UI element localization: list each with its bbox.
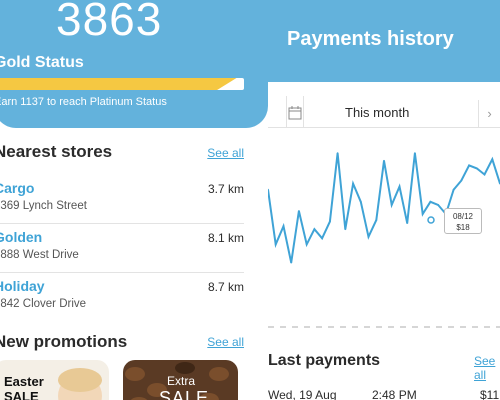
chart-point [329, 220, 331, 223]
chart-point [429, 200, 432, 203]
chart-point [491, 158, 494, 161]
store-item[interactable]: Cargo 1369 Lynch Street 3.7 km [0, 176, 244, 224]
loyalty-panel: 3863 Gold Status Earn 1137 to reach Plat… [0, 0, 268, 400]
chart-tooltip: 08/12 $18 [444, 208, 482, 234]
payment-amount: $11 [480, 388, 500, 400]
store-distance: 8.1 km [207, 231, 244, 245]
payments-panel: Payments history This month › 08/12 $18 … [268, 0, 500, 400]
new-promotions-title: New promotions [0, 332, 128, 351]
chart-point [421, 213, 424, 215]
chart-point [274, 243, 277, 246]
chart-point [468, 164, 470, 167]
chart-point [437, 204, 439, 206]
chart-point [414, 152, 416, 155]
chart-point [321, 237, 323, 240]
store-name: Holiday [0, 278, 45, 294]
store-item[interactable]: Holiday 1842 Clover Drive 8.7 km [0, 274, 244, 322]
promo-title: Extra [167, 374, 196, 388]
calendar-cell[interactable] [286, 96, 304, 128]
chart-point [483, 173, 486, 176]
chart-point [305, 243, 308, 246]
chart-point [406, 222, 409, 224]
chart-point [344, 228, 347, 231]
stores-see-all-link[interactable]: See all [207, 146, 244, 160]
chevron-right-icon: › [487, 106, 492, 121]
tooltip-date: 08/12 [452, 212, 474, 221]
payments-header: Payments history [268, 0, 500, 82]
tooltip-value: $18 [456, 223, 470, 232]
payments-see-all-link[interactable]: See all [474, 354, 500, 382]
payment-time: 2:48 PM [372, 388, 417, 400]
status-progress-fill [0, 78, 237, 90]
chart-point [383, 159, 385, 162]
store-distance: 3.7 km [207, 182, 244, 196]
chart-point [475, 167, 478, 170]
chart-point [460, 179, 463, 182]
chart-highlight-point[interactable] [427, 216, 435, 224]
chart-point [375, 219, 378, 221]
store-name: Cargo [0, 180, 35, 196]
loyalty-header: 3863 Gold Status Earn 1137 to reach Plat… [0, 0, 268, 128]
payments-title: Payments history [287, 28, 454, 50]
chart-point [336, 152, 339, 155]
payment-row[interactable]: Wed, 19 Aug 2:48 PM $11 [268, 388, 500, 400]
status-label: Gold Status [0, 54, 84, 71]
store-address: 1888 West Drive [0, 249, 79, 261]
payment-date: Wed, 19 Aug [268, 388, 337, 400]
store-name: Golden [0, 229, 43, 245]
chart-point [367, 235, 370, 238]
last-payments-title: Last payments [268, 352, 381, 369]
promo-card-extra[interactable]: Extra SALE [123, 360, 238, 400]
chart-point [359, 200, 362, 203]
chart-point [282, 225, 285, 228]
promo-subtitle: SALE [4, 389, 39, 400]
calendar-icon [288, 106, 302, 120]
store-address: 1369 Lynch Street [0, 200, 87, 212]
store-item[interactable]: Golden 1888 West Drive 8.1 km [0, 225, 244, 273]
chart-point [452, 188, 455, 191]
chart-point [398, 185, 401, 188]
promotions-see-all-link[interactable]: See all [207, 335, 244, 349]
chart-point [298, 210, 300, 212]
chart-point [390, 204, 393, 206]
points-value: 3863 [56, 0, 163, 45]
store-distance: 8.7 km [207, 280, 244, 294]
status-progress-bar [0, 78, 244, 90]
promo-title: Easter [4, 374, 44, 389]
next-month-button[interactable]: › [478, 100, 500, 128]
promo-subtitle: SALE [159, 388, 210, 400]
chart-point [352, 182, 354, 185]
chart-point [313, 228, 316, 231]
store-address: 1842 Clover Drive [0, 298, 87, 310]
chart-point [290, 261, 293, 264]
month-selector[interactable]: This month › [268, 96, 500, 128]
nearest-stores-title: Nearest stores [0, 142, 113, 161]
status-note: Earn 1137 to reach Platinum Status [0, 96, 167, 108]
month-label: This month [345, 105, 410, 120]
promo-card-easter[interactable]: Easter SALE [0, 360, 109, 400]
